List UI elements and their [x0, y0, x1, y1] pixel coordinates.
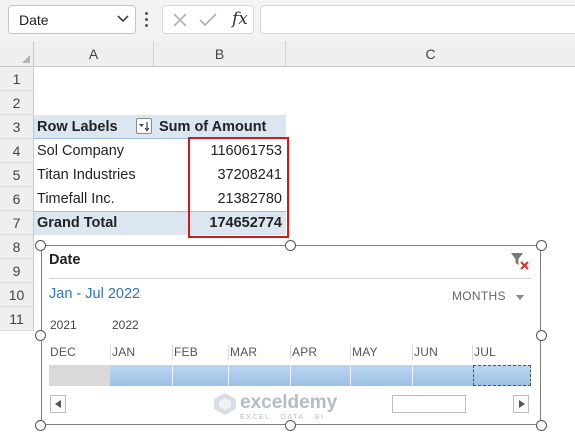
year-label: 2021 [50, 318, 77, 332]
highlight-box [188, 137, 289, 238]
period-divider [290, 365, 291, 386]
sum-of-amount-header[interactable]: Sum of Amount [159, 115, 266, 139]
month-divider [350, 345, 351, 360]
timeline-title: Date [49, 252, 81, 268]
month-label-jan: JAN [112, 345, 136, 359]
row-header-10[interactable]: 10 [0, 283, 34, 307]
resize-handle[interactable] [536, 240, 547, 251]
period-divider [228, 365, 229, 386]
row-header-5[interactable]: 5 [0, 163, 34, 187]
chevron-down-icon[interactable] [117, 15, 129, 23]
watermark-text: exceldemy [240, 392, 338, 413]
row-header-1[interactable]: 1 [0, 67, 34, 91]
insert-function-icon[interactable]: fx [232, 9, 248, 29]
month-divider [412, 345, 413, 360]
row-header-6[interactable]: 6 [0, 187, 34, 211]
timeline-range-label: Jan - Jul 2022 [49, 286, 141, 302]
column-header-c[interactable]: C [286, 41, 575, 67]
grand-total-label[interactable]: Grand Total [37, 211, 117, 235]
resize-handle[interactable] [285, 240, 296, 251]
select-all-corner[interactable] [0, 41, 34, 67]
month-label-dec: DEC [50, 345, 76, 359]
watermark-tagline: EXCEL · DATA · BI [240, 414, 325, 421]
formula-input[interactable] [260, 5, 575, 34]
month-label-feb: FEB [174, 345, 198, 359]
month-divider [110, 345, 111, 360]
row-header-11[interactable]: 11 [0, 307, 34, 331]
chevron-left-icon [55, 400, 61, 408]
period-divider [350, 365, 351, 386]
chevron-right-icon [519, 400, 525, 408]
month-divider [290, 345, 291, 360]
column-header-b[interactable]: B [154, 41, 286, 67]
row-header-7[interactable]: 7 [0, 211, 34, 235]
month-label-jun: JUN [414, 345, 438, 359]
resize-handle[interactable] [285, 420, 296, 431]
row-header-2[interactable]: 2 [0, 91, 34, 115]
clear-filter-icon[interactable] [510, 252, 530, 270]
timeline-divider [49, 278, 531, 279]
formula-bar: Date fx [0, 0, 575, 41]
row-header-8[interactable]: 8 [0, 235, 34, 259]
resize-handle[interactable] [35, 240, 46, 251]
cancel-icon[interactable] [172, 12, 188, 28]
row-labels-filter-button[interactable] [136, 118, 152, 134]
scroll-left-button[interactable] [50, 395, 66, 413]
year-label: 2022 [112, 318, 139, 332]
pivot-row-label[interactable]: Titan Industries [37, 163, 136, 187]
resize-handle[interactable] [536, 330, 547, 341]
timeline-period-dec[interactable] [49, 365, 110, 386]
month-divider [228, 345, 229, 360]
resize-handle[interactable] [536, 420, 547, 431]
time-level-dropdown[interactable]: MONTHS [452, 289, 506, 303]
scroll-right-button[interactable] [513, 395, 529, 413]
row-header-4[interactable]: 4 [0, 139, 34, 163]
enter-check-icon[interactable] [199, 12, 217, 28]
month-divider [172, 345, 173, 360]
name-box-value: Date [19, 12, 49, 28]
period-divider [412, 365, 413, 386]
pivot-row-label[interactable]: Timefall Inc. [37, 187, 115, 211]
sort-filter-icon [139, 122, 150, 132]
month-label-may: MAY [352, 345, 378, 359]
resize-handle[interactable] [35, 330, 46, 341]
period-divider [172, 365, 173, 386]
column-header-a[interactable]: A [34, 41, 154, 67]
timeline-selection[interactable] [110, 365, 531, 386]
timeline-period-jul[interactable] [473, 365, 531, 386]
pivot-row-label[interactable]: Sol Company [37, 139, 124, 163]
row-header-9[interactable]: 9 [0, 259, 34, 283]
formula-actions: fx [162, 5, 254, 34]
exceldemy-logo-icon [214, 393, 236, 415]
chevron-down-icon[interactable] [516, 295, 524, 300]
timeline-scroll-thumb[interactable] [392, 395, 466, 413]
row-header-3[interactable]: 3 [0, 115, 34, 139]
month-label-mar: MAR [230, 345, 258, 359]
name-box[interactable]: Date [8, 5, 136, 34]
more-options-icon[interactable] [144, 12, 150, 28]
month-label-jul: JUL [474, 345, 496, 359]
row-labels-header[interactable]: Row Labels [37, 115, 118, 139]
resize-handle[interactable] [35, 420, 46, 431]
month-label-apr: APR [292, 345, 318, 359]
month-divider [472, 345, 473, 360]
